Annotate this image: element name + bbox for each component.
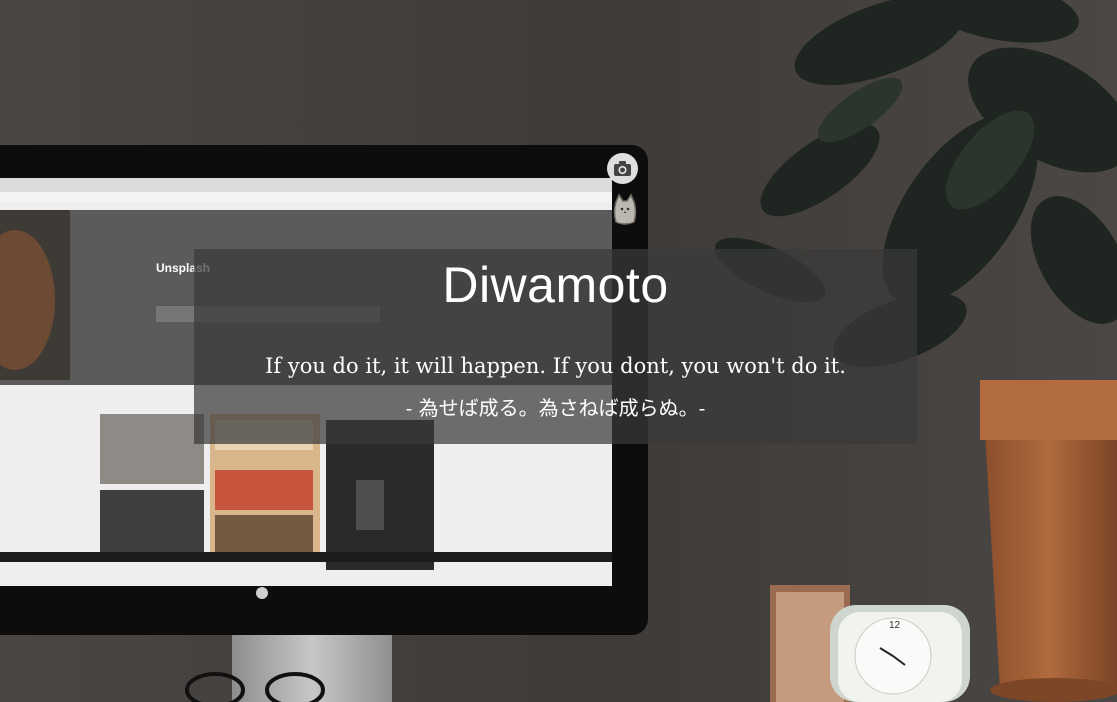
hero-overlay: Diwamoto If you do it, it will happen. I… <box>194 249 917 444</box>
camera-button[interactable] <box>607 153 638 184</box>
cat-sticker-icon <box>613 193 637 225</box>
camera-icon <box>614 161 631 176</box>
quote-english: If you do it, it will happen. If you don… <box>265 354 846 378</box>
cat-sticker-button[interactable] <box>612 192 638 226</box>
svg-text:12: 12 <box>889 620 901 631</box>
page-root: Unsplash 12 Diwamoto If you do it, it wi… <box>0 0 1117 702</box>
site-title: Diwamoto <box>442 257 669 313</box>
quote-japanese: - 為せば成る。為さねば成らぬ。- <box>405 396 706 420</box>
